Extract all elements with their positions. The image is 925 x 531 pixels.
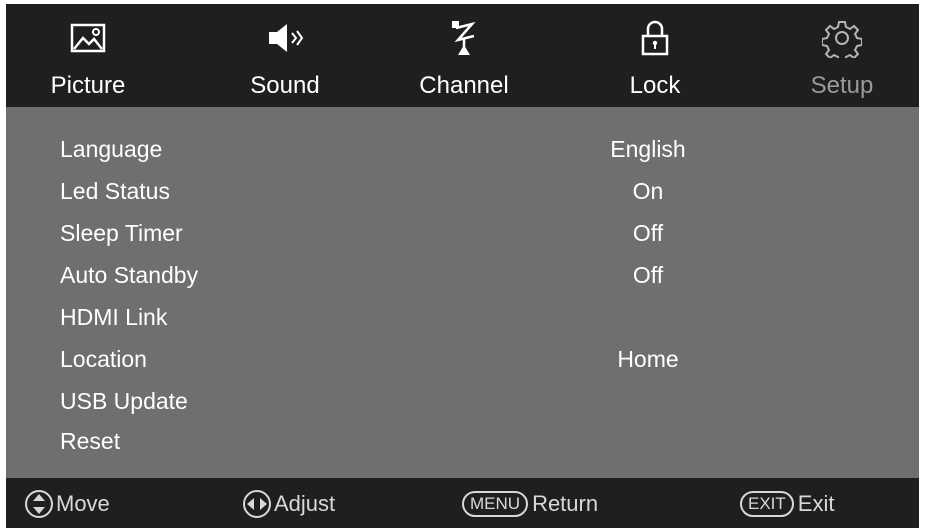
menu-key-badge: MENU [462,491,529,518]
menu-item-sleep-timer[interactable]: Sleep Timer Off [6,212,919,254]
hint-label: Move [56,491,110,517]
hint-adjust: Adjust [242,487,335,519]
hint-return: MENU Return [462,487,598,519]
lock-icon [635,18,675,58]
menu-item-label: Auto Standby [60,262,199,288]
gear-icon [822,18,862,58]
tab-sound[interactable]: Sound [215,4,355,107]
tab-label: Channel [419,72,509,99]
menu-item-value: Off [632,262,664,288]
menu-item-hdmi-link[interactable]: HDMI Link [6,296,919,338]
menu-item-value: Off [632,220,664,246]
tab-label: Sound [250,72,320,99]
menu-item-reset[interactable]: Reset [6,420,919,462]
speaker-icon [265,18,305,58]
picture-icon [68,18,108,58]
hint-label: Adjust [274,491,336,517]
tab-channel[interactable]: Channel [394,4,534,107]
setup-menu-screen: Picture Sound Channel Lock Setup Languag… [6,4,919,528]
menu-item-label: Reset [60,428,121,454]
menu-item-location[interactable]: Location Home [6,338,919,380]
menu-item-value: On [632,178,664,204]
left-right-arrows-icon [242,489,272,519]
menu-item-label: Location [60,346,147,372]
category-tab-bar: Picture Sound Channel Lock Setup [6,4,919,107]
tab-label: Lock [629,72,681,99]
menu-item-value: Home [617,346,679,372]
tab-lock[interactable]: Lock [585,4,725,107]
menu-item-label: USB Update [60,388,188,414]
menu-item-value: English [610,136,686,162]
menu-item-auto-standby[interactable]: Auto Standby Off [6,254,919,296]
navigation-hint-bar: Move Adjust MENU Return EXIT Exit [6,478,919,528]
up-down-arrows-icon [24,489,54,519]
hint-label: Exit [797,491,835,517]
hint-label: Return [532,491,599,517]
tab-picture[interactable]: Picture [18,4,158,107]
menu-item-language[interactable]: Language English [6,128,919,170]
menu-item-label: Language [60,136,163,162]
menu-item-label: Led Status [60,178,170,204]
menu-item-usb-update[interactable]: USB Update [6,380,919,422]
tab-setup[interactable]: Setup [772,4,912,107]
hint-exit: EXIT Exit [740,487,834,519]
tab-label: Setup [810,72,874,99]
menu-item-led-status[interactable]: Led Status On [6,170,919,212]
antenna-icon [444,18,484,58]
tab-label: Picture [50,72,126,99]
menu-item-label: Sleep Timer [60,220,183,246]
exit-key-badge: EXIT [740,491,794,518]
menu-item-label: HDMI Link [60,304,168,330]
hint-move: Move [24,487,110,519]
